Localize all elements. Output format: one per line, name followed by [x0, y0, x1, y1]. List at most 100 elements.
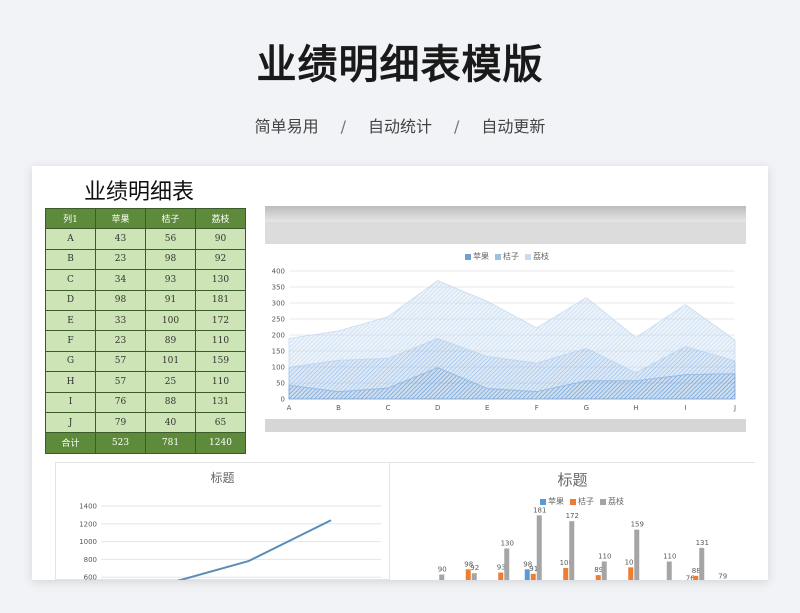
y-tick-label: 600 [84, 574, 97, 580]
x-tick-label: A [287, 404, 292, 412]
table-row: E 33 100 172 [45, 309, 246, 332]
bar-荔枝 [504, 548, 510, 580]
table-cell: 91 [145, 289, 196, 311]
column-header: 苹果 [95, 207, 146, 230]
bar-荔枝 [699, 547, 705, 580]
bar-chart: 标题 苹果桔子荔枝 435690239892349313098911813310… [390, 462, 755, 580]
table-cell: 110 [195, 371, 246, 393]
table-cell: 98 [95, 289, 146, 311]
bar-value-label: 181 [533, 506, 546, 514]
separator: / [454, 117, 460, 136]
table-cell: 90 [195, 228, 246, 250]
table-cell: 57 [95, 371, 146, 393]
feature-list: 简单易用 / 自动统计 / 自动更新 [0, 113, 800, 137]
table-header-row: 列1 苹果 桔子 荔枝 [45, 207, 246, 230]
row-label: B [45, 248, 96, 271]
table-cell: 172 [195, 309, 246, 332]
bar-荔枝 [601, 561, 607, 580]
bar-桔子 [595, 575, 601, 580]
total-cell: 1240 [195, 432, 246, 454]
table-cell: 110 [195, 330, 246, 352]
row-label: E [45, 309, 96, 332]
column-header: 桔子 [145, 207, 196, 230]
table-cell: 89 [145, 330, 196, 352]
table-cell: 159 [195, 350, 246, 373]
table-row: B 23 98 92 [45, 248, 246, 271]
table-row: J 79 40 65 [45, 411, 246, 434]
table-cell: 79 [95, 411, 146, 434]
table-cell: 34 [95, 269, 146, 291]
table-cell: 65 [195, 411, 246, 434]
row-label: J [45, 411, 96, 434]
bar-value-label: 90 [438, 566, 447, 574]
table-row: A 43 56 90 [45, 228, 246, 250]
table-cell: 40 [145, 411, 196, 434]
bar-桔子 [628, 567, 634, 580]
table-cell: 23 [95, 248, 146, 271]
table-cell: 92 [195, 248, 246, 271]
table-cell: 23 [95, 330, 146, 352]
y-tick-label: 300 [272, 300, 285, 308]
x-tick-label: G [584, 404, 589, 412]
area-chart-plot: 0 50 100 150 200 250 300 350 400 A B C D E F G H I J [272, 268, 736, 413]
y-tick-label: 50 [276, 380, 285, 388]
table-row: I 76 88 131 [45, 391, 246, 413]
y-tick-label: 1400 [79, 503, 97, 511]
y-tick-label: 100 [272, 364, 285, 372]
feature-easy: 简单易用 [254, 117, 319, 136]
bar-荔枝 [634, 529, 640, 580]
bar-value-label: 110 [598, 553, 611, 561]
bar-value-label: 159 [631, 521, 644, 529]
chart-footer-bar [265, 419, 746, 432]
bar-桔子 [530, 573, 536, 580]
line-chart: 标题 400600800100012001400 [55, 462, 390, 580]
bar-value-label: 172 [566, 512, 579, 520]
table-row: C 34 93 130 [45, 269, 246, 291]
y-tick-label: 800 [84, 556, 97, 564]
y-tick-label: 350 [272, 284, 285, 292]
total-label: 合计 [45, 432, 96, 454]
table-cell: 43 [95, 228, 146, 250]
table-cell: 98 [145, 248, 196, 271]
table-cell: 181 [195, 289, 246, 311]
page-title: 业绩明细表模版 [256, 42, 544, 88]
area-chart: 苹果 桔子 荔枝 0 50 100 150 200 250 300 350 400 A B C D E F G H I… [265, 206, 746, 432]
total-cell: 523 [95, 432, 146, 454]
x-tick-label: C [386, 404, 391, 412]
table-row: D 98 91 181 [45, 289, 246, 311]
bar-value-label: 131 [696, 539, 709, 547]
y-tick-label: 400 [272, 268, 285, 276]
separator: / [340, 117, 346, 136]
row-label: A [45, 228, 96, 250]
bar-荔枝 [569, 521, 575, 580]
feature-auto-stat: 自动统计 [367, 117, 432, 136]
table-cell: 57 [95, 350, 146, 373]
bar-荔枝 [439, 574, 445, 580]
table-cell: 100 [145, 309, 196, 332]
bar-荔枝 [471, 573, 477, 580]
x-tick-label: F [535, 404, 539, 412]
y-tick-label: 250 [272, 316, 285, 324]
x-tick-label: B [336, 404, 341, 412]
x-tick-label: E [485, 404, 489, 412]
bar-桔子 [693, 575, 699, 580]
sheet-title: 业绩明细表 [84, 180, 195, 205]
table-cell: 130 [195, 269, 246, 291]
column-header: 列1 [45, 207, 96, 230]
row-label: G [45, 350, 96, 373]
row-label: C [45, 269, 96, 291]
line-chart-plot: 400600800100012001400 [79, 503, 381, 580]
table-cell: 93 [145, 269, 196, 291]
table-cell: 101 [145, 350, 196, 373]
table-cell: 76 [95, 391, 146, 413]
table-row: F 23 89 110 [45, 330, 246, 352]
x-tick-label: H [633, 404, 638, 412]
y-tick-label: 1000 [79, 538, 97, 546]
bar-value-label: 79 [718, 573, 727, 580]
total-row: 合计 523 781 1240 [45, 432, 246, 454]
column-header: 荔枝 [195, 207, 246, 230]
row-label: D [45, 289, 96, 311]
y-tick-label: 150 [272, 348, 285, 356]
x-tick-label: I [684, 404, 686, 412]
data-table: 列1 苹果 桔子 荔枝 A 43 56 90 B 23 98 92 C 34 93 130 D 98 91 1… [45, 207, 246, 454]
